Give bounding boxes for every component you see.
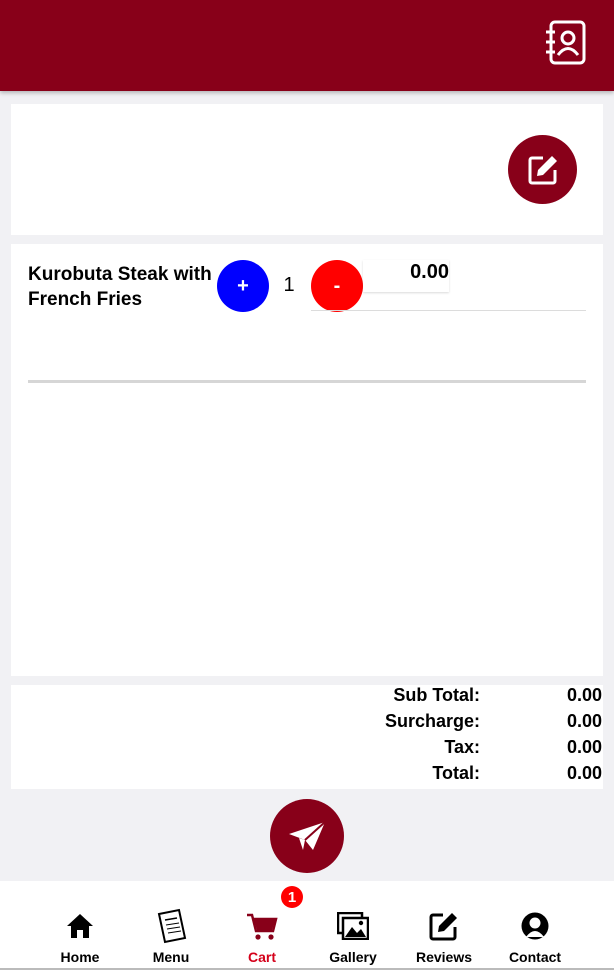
nav-home[interactable]: Home <box>40 881 120 968</box>
nav-menu-label: Menu <box>152 949 190 965</box>
total-row: Total: 0.00 <box>11 763 603 789</box>
item-price: 0.00 <box>363 260 449 292</box>
tax-row: Tax: 0.00 <box>11 737 603 763</box>
surcharge-row: Surcharge: 0.00 <box>11 711 603 737</box>
subtotal-label: Sub Total: <box>393 685 480 705</box>
edit-note-button[interactable] <box>508 135 577 204</box>
items-divider <box>28 380 586 383</box>
reviews-icon <box>424 909 464 943</box>
bottom-navigation: Home Menu Cart 1 Gallery Reviews Contact <box>0 881 614 970</box>
tax-label: Tax: <box>444 737 480 757</box>
home-icon <box>60 909 100 943</box>
send-order-button[interactable] <box>270 799 344 873</box>
nav-menu[interactable]: Menu <box>131 881 211 968</box>
gallery-icon <box>333 909 373 943</box>
item-underline <box>311 310 586 311</box>
cart-count-badge: 1 <box>281 886 303 908</box>
decrease-quantity-button[interactable]: - <box>311 260 363 312</box>
paper-plane-icon <box>289 821 326 850</box>
surcharge-label: Surcharge: <box>384 711 480 731</box>
cart-items-panel: Kurobuta Steak with French Fries + 1 - 0… <box>11 244 603 676</box>
contact-icon <box>515 909 555 943</box>
totals-panel: Sub Total: 0.00 Surcharge: 0.00 Tax: 0.0… <box>11 685 603 789</box>
item-quantity: 1 <box>283 274 295 296</box>
total-label: Total: <box>432 763 480 783</box>
notes-panel <box>11 104 603 235</box>
increase-quantity-button[interactable]: + <box>217 260 269 312</box>
total-value: 0.00 <box>566 763 602 783</box>
menu-book-icon <box>151 908 191 944</box>
cart-item-name: Kurobuta Steak with French Fries <box>28 264 212 310</box>
edit-icon <box>528 155 557 184</box>
nav-gallery-label: Gallery <box>329 949 377 965</box>
nav-contact[interactable]: Contact <box>495 881 575 968</box>
surcharge-value: 0.00 <box>566 711 602 731</box>
subtotal-value: 0.00 <box>566 685 602 705</box>
cart-icon <box>242 909 282 943</box>
nav-home-label: Home <box>60 949 100 965</box>
nav-reviews-label: Reviews <box>415 949 473 965</box>
nav-gallery[interactable]: Gallery <box>313 881 393 968</box>
tax-value: 0.00 <box>566 737 602 757</box>
nav-reviews[interactable]: Reviews <box>404 881 484 968</box>
app-header <box>0 0 614 91</box>
nav-cart-label: Cart <box>247 949 276 965</box>
nav-contact-label: Contact <box>508 949 562 965</box>
contact-book-icon[interactable] <box>544 20 588 66</box>
subtotal-row: Sub Total: 0.00 <box>11 685 603 711</box>
